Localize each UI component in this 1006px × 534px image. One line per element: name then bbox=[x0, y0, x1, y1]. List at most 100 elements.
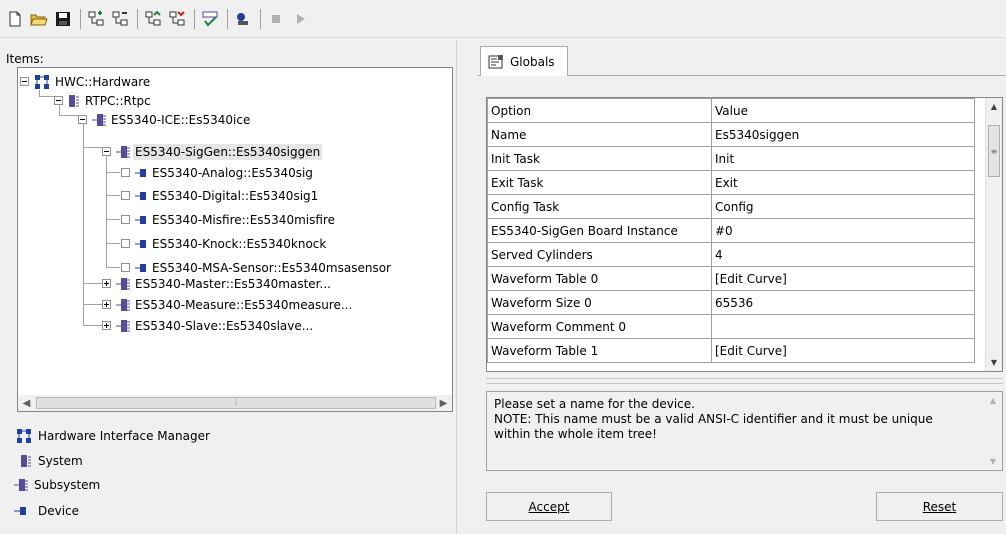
device-checkbox[interactable] bbox=[121, 168, 130, 177]
tree-node-label: ES5340-Knock::Es5340knock bbox=[152, 236, 327, 251]
check-icon[interactable] bbox=[199, 8, 221, 30]
option-cell: Config Task bbox=[487, 194, 712, 219]
item-tree[interactable]: HWC::Hardware RTPC::Rtpc ES5340-ICE::Es5… bbox=[17, 67, 453, 408]
description-scrollbar[interactable]: ▲ ▼ bbox=[985, 392, 1002, 470]
toolbar-separator bbox=[194, 8, 195, 29]
scroll-right-icon[interactable]: ▶ bbox=[435, 395, 452, 411]
value-cell[interactable]: #0 bbox=[711, 218, 975, 243]
tree-node-rtpc[interactable]: RTPC::Rtpc bbox=[54, 91, 153, 110]
scroll-up-icon[interactable]: ▲ bbox=[985, 392, 1001, 409]
expand-toggle[interactable] bbox=[102, 300, 111, 309]
panel-splitter[interactable] bbox=[456, 40, 462, 534]
grid-row[interactable]: ES5340-SigGen Board Instance #0 bbox=[487, 218, 975, 243]
tree-node-analog[interactable]: ES5340-Analog::Es5340sig bbox=[121, 163, 315, 182]
device-checkbox[interactable] bbox=[121, 239, 130, 248]
value-cell[interactable]: Exit bbox=[711, 170, 975, 195]
scrollbar-thumb[interactable]: ⦙ bbox=[36, 397, 436, 409]
collapse-toggle[interactable] bbox=[20, 77, 29, 86]
grid-row[interactable]: Waveform Comment 0 bbox=[487, 314, 975, 339]
grid-row[interactable]: Waveform Size 0 65536 bbox=[487, 290, 975, 315]
tree-node-siggen[interactable]: ES5340-SigGen::Es5340siggen bbox=[102, 142, 323, 161]
device-checkbox[interactable] bbox=[121, 191, 130, 200]
value-cell[interactable]: [Edit Curve] bbox=[711, 338, 975, 363]
options-grid[interactable]: Option Value Name Es5340siggen Init Task I… bbox=[486, 97, 1003, 372]
hardware-interface-manager-icon bbox=[17, 429, 31, 443]
play-icon[interactable] bbox=[289, 8, 311, 30]
scroll-down-icon[interactable]: ▼ bbox=[985, 453, 1001, 470]
subsystem-icon bbox=[92, 113, 106, 126]
value-cell[interactable]: 65536 bbox=[711, 290, 975, 315]
value-cell[interactable]: Config bbox=[711, 194, 975, 219]
remove-item-icon[interactable] bbox=[109, 8, 131, 30]
tree-node-digital[interactable]: ES5340-Digital::Es5340sig1 bbox=[121, 186, 320, 205]
tab-label: Globals bbox=[510, 54, 555, 69]
tree-node-knock[interactable]: ES5340-Knock::Es5340knock bbox=[121, 234, 328, 253]
value-cell[interactable]: [Edit Curve] bbox=[711, 266, 975, 291]
tree-node-label: ES5340-Analog::Es5340sig bbox=[152, 165, 313, 180]
tree-node-label: HWC::Hardware bbox=[55, 74, 151, 89]
tree-line bbox=[106, 243, 120, 244]
grid-row[interactable]: Served Cylinders 4 bbox=[487, 242, 975, 267]
grid-row[interactable]: Waveform Table 0 [Edit Curve] bbox=[487, 266, 975, 291]
column-header-value[interactable]: Value bbox=[711, 98, 975, 123]
collapse-toggle[interactable] bbox=[102, 147, 111, 156]
value-cell[interactable]: Es5340siggen bbox=[711, 122, 975, 147]
accept-button[interactable]: Accept bbox=[486, 492, 612, 521]
tree-line bbox=[106, 152, 107, 267]
tree-line bbox=[83, 304, 102, 305]
expand-tree-icon[interactable] bbox=[142, 8, 164, 30]
description-box: Please set a name for the device. NOTE: … bbox=[486, 391, 1003, 471]
expand-toggle[interactable] bbox=[102, 279, 111, 288]
tree-node-hardware[interactable]: HWC::Hardware bbox=[20, 72, 152, 91]
legend-device: Device bbox=[14, 504, 79, 518]
toolbar-separator bbox=[227, 8, 228, 29]
value-cell[interactable]: 4 bbox=[711, 242, 975, 267]
device-checkbox[interactable] bbox=[121, 263, 130, 272]
grid-row[interactable]: Init Task Init bbox=[487, 146, 975, 171]
run-icon[interactable] bbox=[232, 8, 254, 30]
stop-icon[interactable] bbox=[265, 8, 287, 30]
tab-globals[interactable]: Globals bbox=[480, 46, 568, 76]
tree-node-ice[interactable]: ES5340-ICE::Es5340ice bbox=[78, 110, 252, 129]
grid-vertical-scrollbar[interactable]: ▲ ≡ ▼ bbox=[985, 98, 1002, 371]
tree-node-label: ES5340-Slave::Es5340slave... bbox=[135, 318, 314, 333]
tree-node-misfire[interactable]: ES5340-Misfire::Es5340misfire bbox=[121, 210, 337, 229]
grid-description-splitter[interactable] bbox=[486, 378, 1003, 384]
scrollbar-thumb[interactable]: ≡ bbox=[988, 125, 1000, 177]
expand-toggle[interactable] bbox=[102, 321, 111, 330]
new-icon[interactable] bbox=[4, 8, 26, 30]
collapse-toggle[interactable] bbox=[54, 96, 63, 105]
tree-horizontal-scrollbar[interactable]: ◀ ⦙ ▶ bbox=[17, 395, 453, 412]
scroll-down-icon[interactable]: ▼ bbox=[986, 354, 1002, 371]
toolbar-separator bbox=[137, 8, 138, 29]
scroll-up-icon[interactable]: ▲ bbox=[986, 98, 1002, 115]
tree-node-slave[interactable]: ES5340-Slave::Es5340slave... bbox=[102, 316, 315, 335]
save-icon[interactable] bbox=[52, 8, 74, 30]
device-checkbox[interactable] bbox=[121, 215, 130, 224]
add-item-icon[interactable] bbox=[85, 8, 107, 30]
open-icon[interactable] bbox=[28, 8, 50, 30]
grid-row[interactable]: Waveform Table 1 [Edit Curve] bbox=[487, 338, 975, 363]
collapse-tree-icon[interactable] bbox=[166, 8, 188, 30]
tree-node-measure[interactable]: ES5340-Measure::Es5340measure... bbox=[102, 295, 354, 314]
grid-row[interactable]: Config Task Config bbox=[487, 194, 975, 219]
reset-button[interactable]: Reset bbox=[876, 492, 1003, 521]
system-icon bbox=[69, 94, 79, 107]
option-cell: Served Cylinders bbox=[487, 242, 712, 267]
device-icon bbox=[135, 215, 146, 224]
scroll-left-icon[interactable]: ◀ bbox=[18, 395, 35, 411]
column-header-option[interactable]: Option bbox=[487, 98, 712, 123]
grid-row[interactable]: Name Es5340siggen bbox=[487, 122, 975, 147]
tree-line bbox=[106, 172, 120, 173]
option-cell: Waveform Comment 0 bbox=[487, 314, 712, 339]
tree-node-label: ES5340-Master::Es5340master... bbox=[135, 276, 331, 291]
value-cell[interactable]: Init bbox=[711, 146, 975, 171]
grid-row[interactable]: Exit Task Exit bbox=[487, 170, 975, 195]
tree-node-label: ES5340-Digital::Es5340sig1 bbox=[152, 188, 319, 203]
tree-node-master[interactable]: ES5340-Master::Es5340master... bbox=[102, 274, 333, 293]
items-label: Items: bbox=[6, 52, 44, 66]
tree-line bbox=[59, 115, 78, 116]
legend-subsystem: Subsystem bbox=[14, 478, 100, 492]
collapse-toggle[interactable] bbox=[78, 115, 87, 124]
value-cell[interactable] bbox=[711, 314, 975, 339]
